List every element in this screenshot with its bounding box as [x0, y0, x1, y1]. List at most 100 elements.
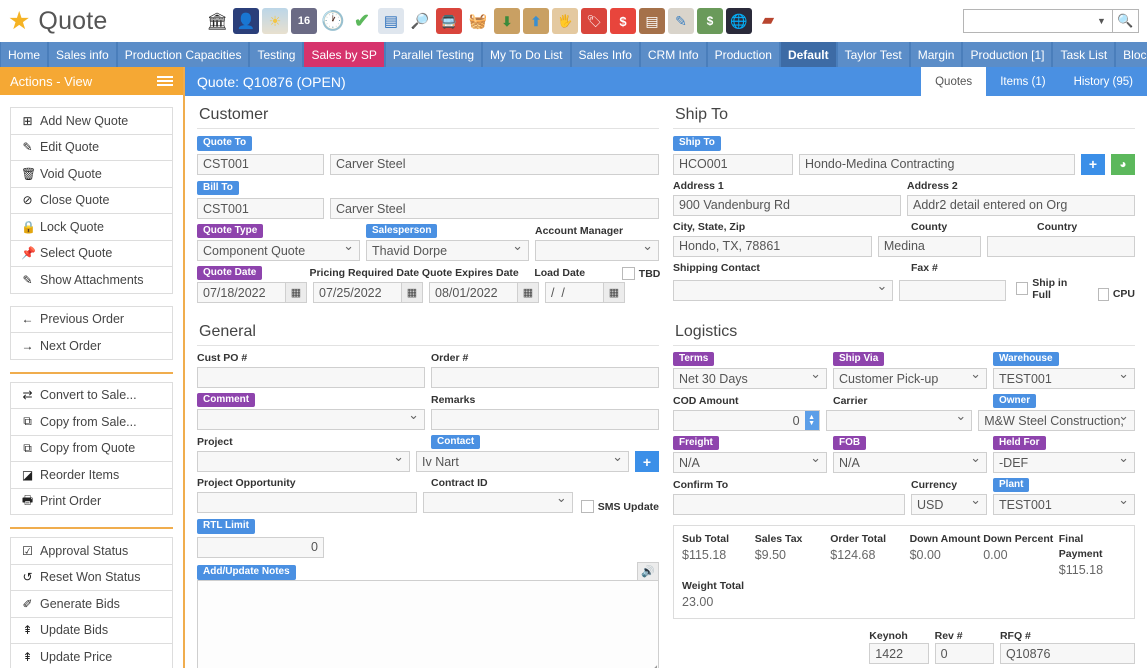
clipboard-icon[interactable]: ▤: [639, 8, 665, 34]
calendar-icon[interactable]: ▦: [401, 282, 423, 303]
quote-date-field[interactable]: ▦: [197, 282, 307, 303]
checkbox-box[interactable]: [622, 267, 635, 280]
quote-date-input[interactable]: [197, 282, 285, 303]
sidebar-item-convert-to-sale[interactable]: ⇄ Convert to Sale...: [11, 383, 172, 410]
quote-type-select[interactable]: Component Quote: [197, 240, 360, 261]
sms-update-checkbox[interactable]: SMS Update: [581, 500, 659, 513]
spinner-icon[interactable]: ▲▼: [805, 410, 820, 431]
fob-select[interactable]: N/A: [833, 452, 987, 473]
sidebar-item-reorder-items[interactable]: ◪ Reorder Items: [11, 462, 172, 489]
bill-to-code-input[interactable]: [197, 198, 324, 219]
cod-amount-input[interactable]: [673, 410, 805, 431]
toolbar-icon-strip[interactable]: 🏛 👤 ☀ 16 🕐 ✔ ▤ 🔎 🚍 🧺 ⬇ ⬆ 🖐 🏷 $ ▤ ✎ $ 🌐 ▰: [204, 8, 781, 34]
tab-items[interactable]: Items (1): [986, 67, 1059, 96]
sidebar-item-select-quote[interactable]: 📌 Select Quote: [11, 241, 172, 268]
ship-in-full-checkbox[interactable]: Ship in Full: [1016, 277, 1086, 301]
payment-hand-icon[interactable]: 🖐: [552, 8, 578, 34]
nav-tab-parallel-testing[interactable]: Parallel Testing: [386, 42, 481, 67]
tbd-checkbox[interactable]: TBD: [622, 267, 661, 280]
spreadsheet-icon[interactable]: ▤: [378, 8, 404, 34]
nav-tab-block-for-testing[interactable]: Block for Testing: [1116, 42, 1147, 67]
cpu-checkbox[interactable]: CPU: [1098, 288, 1135, 301]
fax-input[interactable]: [899, 280, 1005, 301]
country-input[interactable]: [987, 236, 1135, 257]
speaker-icon[interactable]: 🔊: [637, 562, 659, 580]
terms-select[interactable]: Net 30 Days: [673, 368, 827, 389]
sidebar-item-copy-from-quote[interactable]: ⧉ Copy from Quote: [11, 436, 172, 463]
pencil-note-icon[interactable]: ✎: [668, 8, 694, 34]
person-icon[interactable]: 👤: [233, 8, 259, 34]
sidebar-item-next-order[interactable]: → Next Order: [11, 333, 172, 360]
quote-expires-date-input[interactable]: [429, 282, 517, 303]
nav-tab-crm-info[interactable]: CRM Info: [641, 42, 706, 67]
ship-to-name-input[interactable]: [799, 154, 1075, 175]
globe-icon[interactable]: ◕: [1111, 154, 1135, 175]
load-date-input[interactable]: [545, 282, 603, 303]
sidebar-item-copy-from-sale[interactable]: ⧉ Copy from Sale...: [11, 409, 172, 436]
rfq-input[interactable]: [1000, 643, 1135, 664]
nav-tab-my-to-do-list[interactable]: My To Do List: [483, 42, 569, 67]
check-icon[interactable]: ✔: [349, 8, 375, 34]
calendar-icon[interactable]: ▦: [517, 282, 539, 303]
salesperson-select[interactable]: Thavid Dorpe: [366, 240, 529, 261]
sidebar-item-previous-order[interactable]: ← Previous Order: [11, 307, 172, 334]
load-date-field[interactable]: ▦: [545, 282, 625, 303]
county-input[interactable]: [878, 236, 981, 257]
sidebar-item-close-quote[interactable]: ⊘ Close Quote: [11, 188, 172, 215]
held-for-select[interactable]: -DEF: [993, 452, 1135, 473]
truck-icon[interactable]: 🚍: [436, 8, 462, 34]
cust-po-input[interactable]: [197, 367, 425, 388]
nav-tab-sales-info-2[interactable]: Sales Info: [572, 42, 639, 67]
tab-quotes[interactable]: Quotes: [921, 67, 986, 96]
resize-handle[interactable]: ◢: [650, 663, 657, 668]
project-opportunity-input[interactable]: [197, 492, 417, 513]
shipping-contact-select[interactable]: [673, 280, 893, 301]
sidebar-item-void-quote[interactable]: 🗑 Void Quote: [11, 161, 172, 188]
account-manager-select[interactable]: [535, 240, 659, 261]
plus-icon[interactable]: +: [635, 451, 659, 472]
nav-tab-margin[interactable]: Margin: [911, 42, 962, 67]
sidebar-item-reset-won-status[interactable]: ↺ Reset Won Status: [11, 565, 172, 592]
checkbox-box[interactable]: [1098, 288, 1109, 301]
contract-id-select[interactable]: [423, 492, 573, 513]
basket-icon[interactable]: 🧺: [465, 8, 491, 34]
ship-via-select[interactable]: Customer Pick-up: [833, 368, 987, 389]
inbox-upload-icon[interactable]: ⬆: [523, 8, 549, 34]
calendar-16-icon[interactable]: 16: [291, 8, 317, 34]
owner-select[interactable]: M&W Steel Construction,: [978, 410, 1135, 431]
quote-to-code-input[interactable]: [197, 154, 324, 175]
clock-icon[interactable]: 🕐: [320, 8, 346, 34]
nav-tab-production-1[interactable]: Production [1]: [963, 42, 1051, 67]
dollar-chat-icon[interactable]: $: [610, 8, 636, 34]
nav-tab-task-list[interactable]: Task List: [1053, 42, 1114, 67]
city-state-zip-input[interactable]: [673, 236, 872, 257]
calendar-icon[interactable]: ▦: [285, 282, 307, 303]
nav-tab-taylor-test[interactable]: Taylor Test: [838, 42, 909, 67]
sidebar-item-add-new-quote[interactable]: ⊞ Add New Quote: [11, 108, 172, 135]
nav-tab-sales-info[interactable]: Sales info: [49, 42, 116, 67]
search-input[interactable]: [963, 9, 1091, 33]
nav-tab-production[interactable]: Production: [708, 42, 779, 67]
search-icon[interactable]: 🔍: [1113, 9, 1139, 33]
quote-tabs[interactable]: Quotes Items (1) History (95): [921, 67, 1147, 96]
confirm-to-input[interactable]: [673, 494, 905, 515]
sidebar-item-update-bids[interactable]: ⇞ Update Bids: [11, 618, 172, 645]
sidebar-item-lock-quote[interactable]: 🔒 Lock Quote: [11, 214, 172, 241]
address1-input[interactable]: [673, 195, 901, 216]
boxes-icon[interactable]: ▰: [755, 8, 781, 34]
sidebar-item-show-attachments[interactable]: ✎ Show Attachments: [11, 267, 172, 294]
globe-book-icon[interactable]: 🌐: [726, 8, 752, 34]
sidebar-item-edit-quote[interactable]: ✎ Edit Quote: [11, 135, 172, 162]
order-no-input[interactable]: [431, 367, 659, 388]
plus-icon[interactable]: +: [1081, 154, 1105, 175]
nav-tab-production-capacities[interactable]: Production Capacities: [118, 42, 249, 67]
global-search[interactable]: ▼ 🔍: [963, 9, 1139, 33]
sidebar-item-approval-status[interactable]: ☑ Approval Status: [11, 538, 172, 565]
project-select[interactable]: [197, 451, 410, 472]
sidebar-item-generate-bids[interactable]: ✐ Generate Bids: [11, 591, 172, 618]
search-globe-icon[interactable]: 🔎: [407, 8, 433, 34]
comment-select[interactable]: [197, 409, 425, 430]
rtl-limit-input[interactable]: [197, 537, 324, 558]
checkbox-box[interactable]: [1016, 282, 1028, 295]
address2-input[interactable]: [907, 195, 1135, 216]
